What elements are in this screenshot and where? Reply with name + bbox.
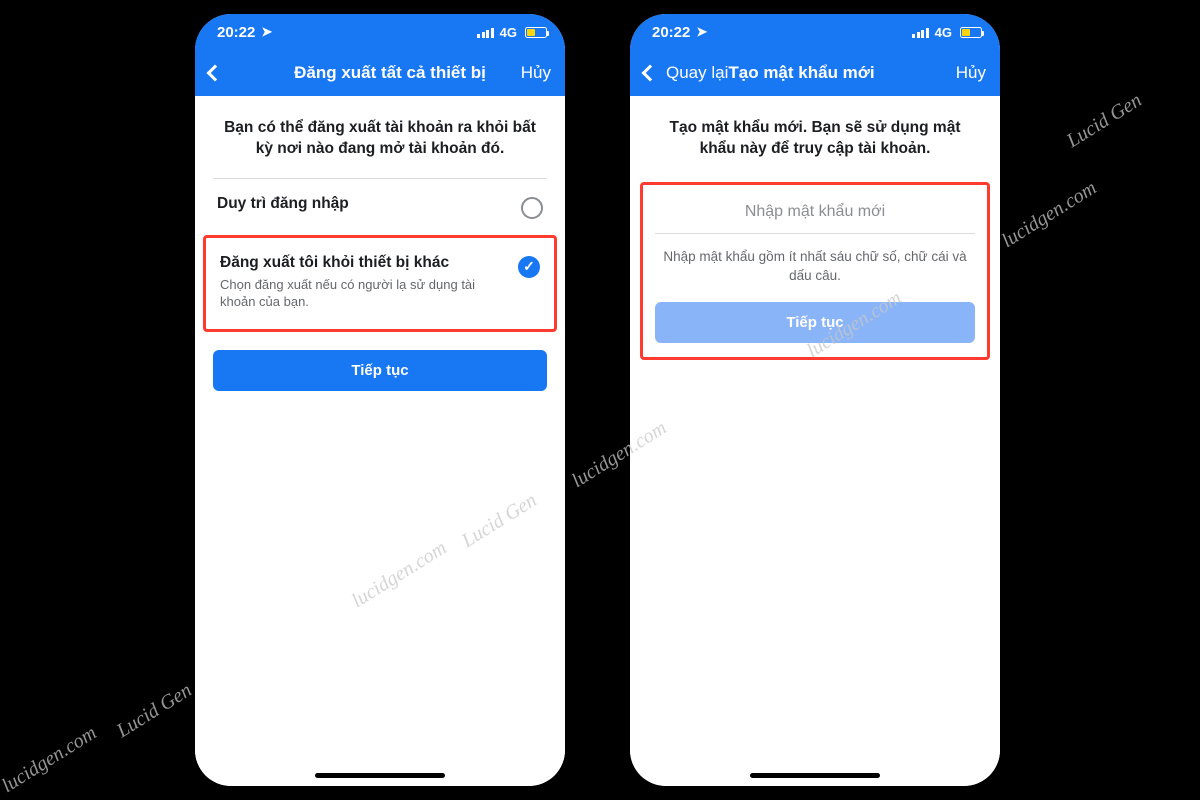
status-time: 20:22 bbox=[217, 24, 255, 41]
network-label: 4G bbox=[500, 25, 517, 40]
status-bar: 20:22 ➤ 4G bbox=[630, 14, 1000, 50]
signal-icon bbox=[912, 26, 929, 38]
content-area: Tạo mật khẩu mới. Bạn sẽ sử dụng mật khẩ… bbox=[630, 96, 1000, 786]
password-input[interactable]: Nhập mật khẩu mới bbox=[651, 195, 979, 233]
prompt-text: Tạo mật khẩu mới. Bạn sẽ sử dụng mật khẩ… bbox=[630, 96, 1000, 178]
option-stay-logged-in[interactable]: Duy trì đăng nhập bbox=[195, 179, 565, 233]
option-title: Đăng xuất tôi khỏi thiết bị khác bbox=[220, 254, 506, 272]
cancel-button[interactable]: Hủy bbox=[501, 63, 551, 83]
watermark: Lucid Gen bbox=[1063, 89, 1146, 153]
highlight-box: Nhập mật khẩu mới Nhập mật khẩu gồm ít n… bbox=[640, 182, 990, 360]
divider bbox=[655, 233, 975, 234]
radio-unchecked-icon[interactable] bbox=[521, 197, 543, 219]
chevron-left-icon bbox=[207, 65, 224, 82]
back-button[interactable]: Quay lại bbox=[644, 63, 728, 83]
continue-button[interactable]: Tiếp tục bbox=[655, 302, 975, 343]
battery-icon bbox=[960, 27, 982, 38]
network-label: 4G bbox=[935, 25, 952, 40]
back-button[interactable] bbox=[209, 67, 279, 79]
nav-title: Tạo mật khẩu mới bbox=[728, 63, 936, 83]
highlight-box: Đăng xuất tôi khỏi thiết bị khác Chọn đă… bbox=[203, 235, 557, 332]
chevron-left-icon bbox=[642, 65, 659, 82]
content-area: Bạn có thể đăng xuất tài khoản ra khỏi b… bbox=[195, 96, 565, 786]
watermark: lucidgen.com bbox=[0, 722, 101, 798]
status-time: 20:22 bbox=[652, 24, 690, 41]
option-logout-others[interactable]: Đăng xuất tôi khỏi thiết bị khác Chọn đă… bbox=[206, 238, 554, 325]
radio-checked-icon[interactable]: ✓ bbox=[518, 256, 540, 278]
cancel-button[interactable]: Hủy bbox=[936, 63, 986, 83]
option-title: Duy trì đăng nhập bbox=[217, 195, 509, 213]
watermark: lucidgen.com bbox=[998, 177, 1101, 253]
phone-left: 20:22 ➤ 4G Đăng xuất tất cả thiết bị Hủy… bbox=[195, 14, 565, 786]
home-indicator[interactable] bbox=[750, 773, 880, 778]
continue-button[interactable]: Tiếp tục bbox=[213, 350, 547, 391]
location-icon: ➤ bbox=[261, 24, 272, 40]
signal-icon bbox=[477, 26, 494, 38]
nav-bar: Đăng xuất tất cả thiết bị Hủy bbox=[195, 50, 565, 96]
phone-right: 20:22 ➤ 4G Quay lại Tạo mật khẩu mới Hủy… bbox=[630, 14, 1000, 786]
nav-bar: Quay lại Tạo mật khẩu mới Hủy bbox=[630, 50, 1000, 96]
option-subtitle: Chọn đăng xuất nếu có người lạ sử dụng t… bbox=[220, 276, 506, 311]
watermark: Lucid Gen bbox=[113, 679, 196, 743]
home-indicator[interactable] bbox=[315, 773, 445, 778]
back-label: Quay lại bbox=[666, 63, 728, 83]
location-icon: ➤ bbox=[696, 24, 707, 40]
password-help: Nhập mật khẩu gồm ít nhất sáu chữ số, ch… bbox=[651, 248, 979, 302]
nav-title: Đăng xuất tất cả thiết bị bbox=[279, 63, 501, 83]
prompt-text: Bạn có thể đăng xuất tài khoản ra khỏi b… bbox=[195, 96, 565, 178]
battery-icon bbox=[525, 27, 547, 38]
status-bar: 20:22 ➤ 4G bbox=[195, 14, 565, 50]
